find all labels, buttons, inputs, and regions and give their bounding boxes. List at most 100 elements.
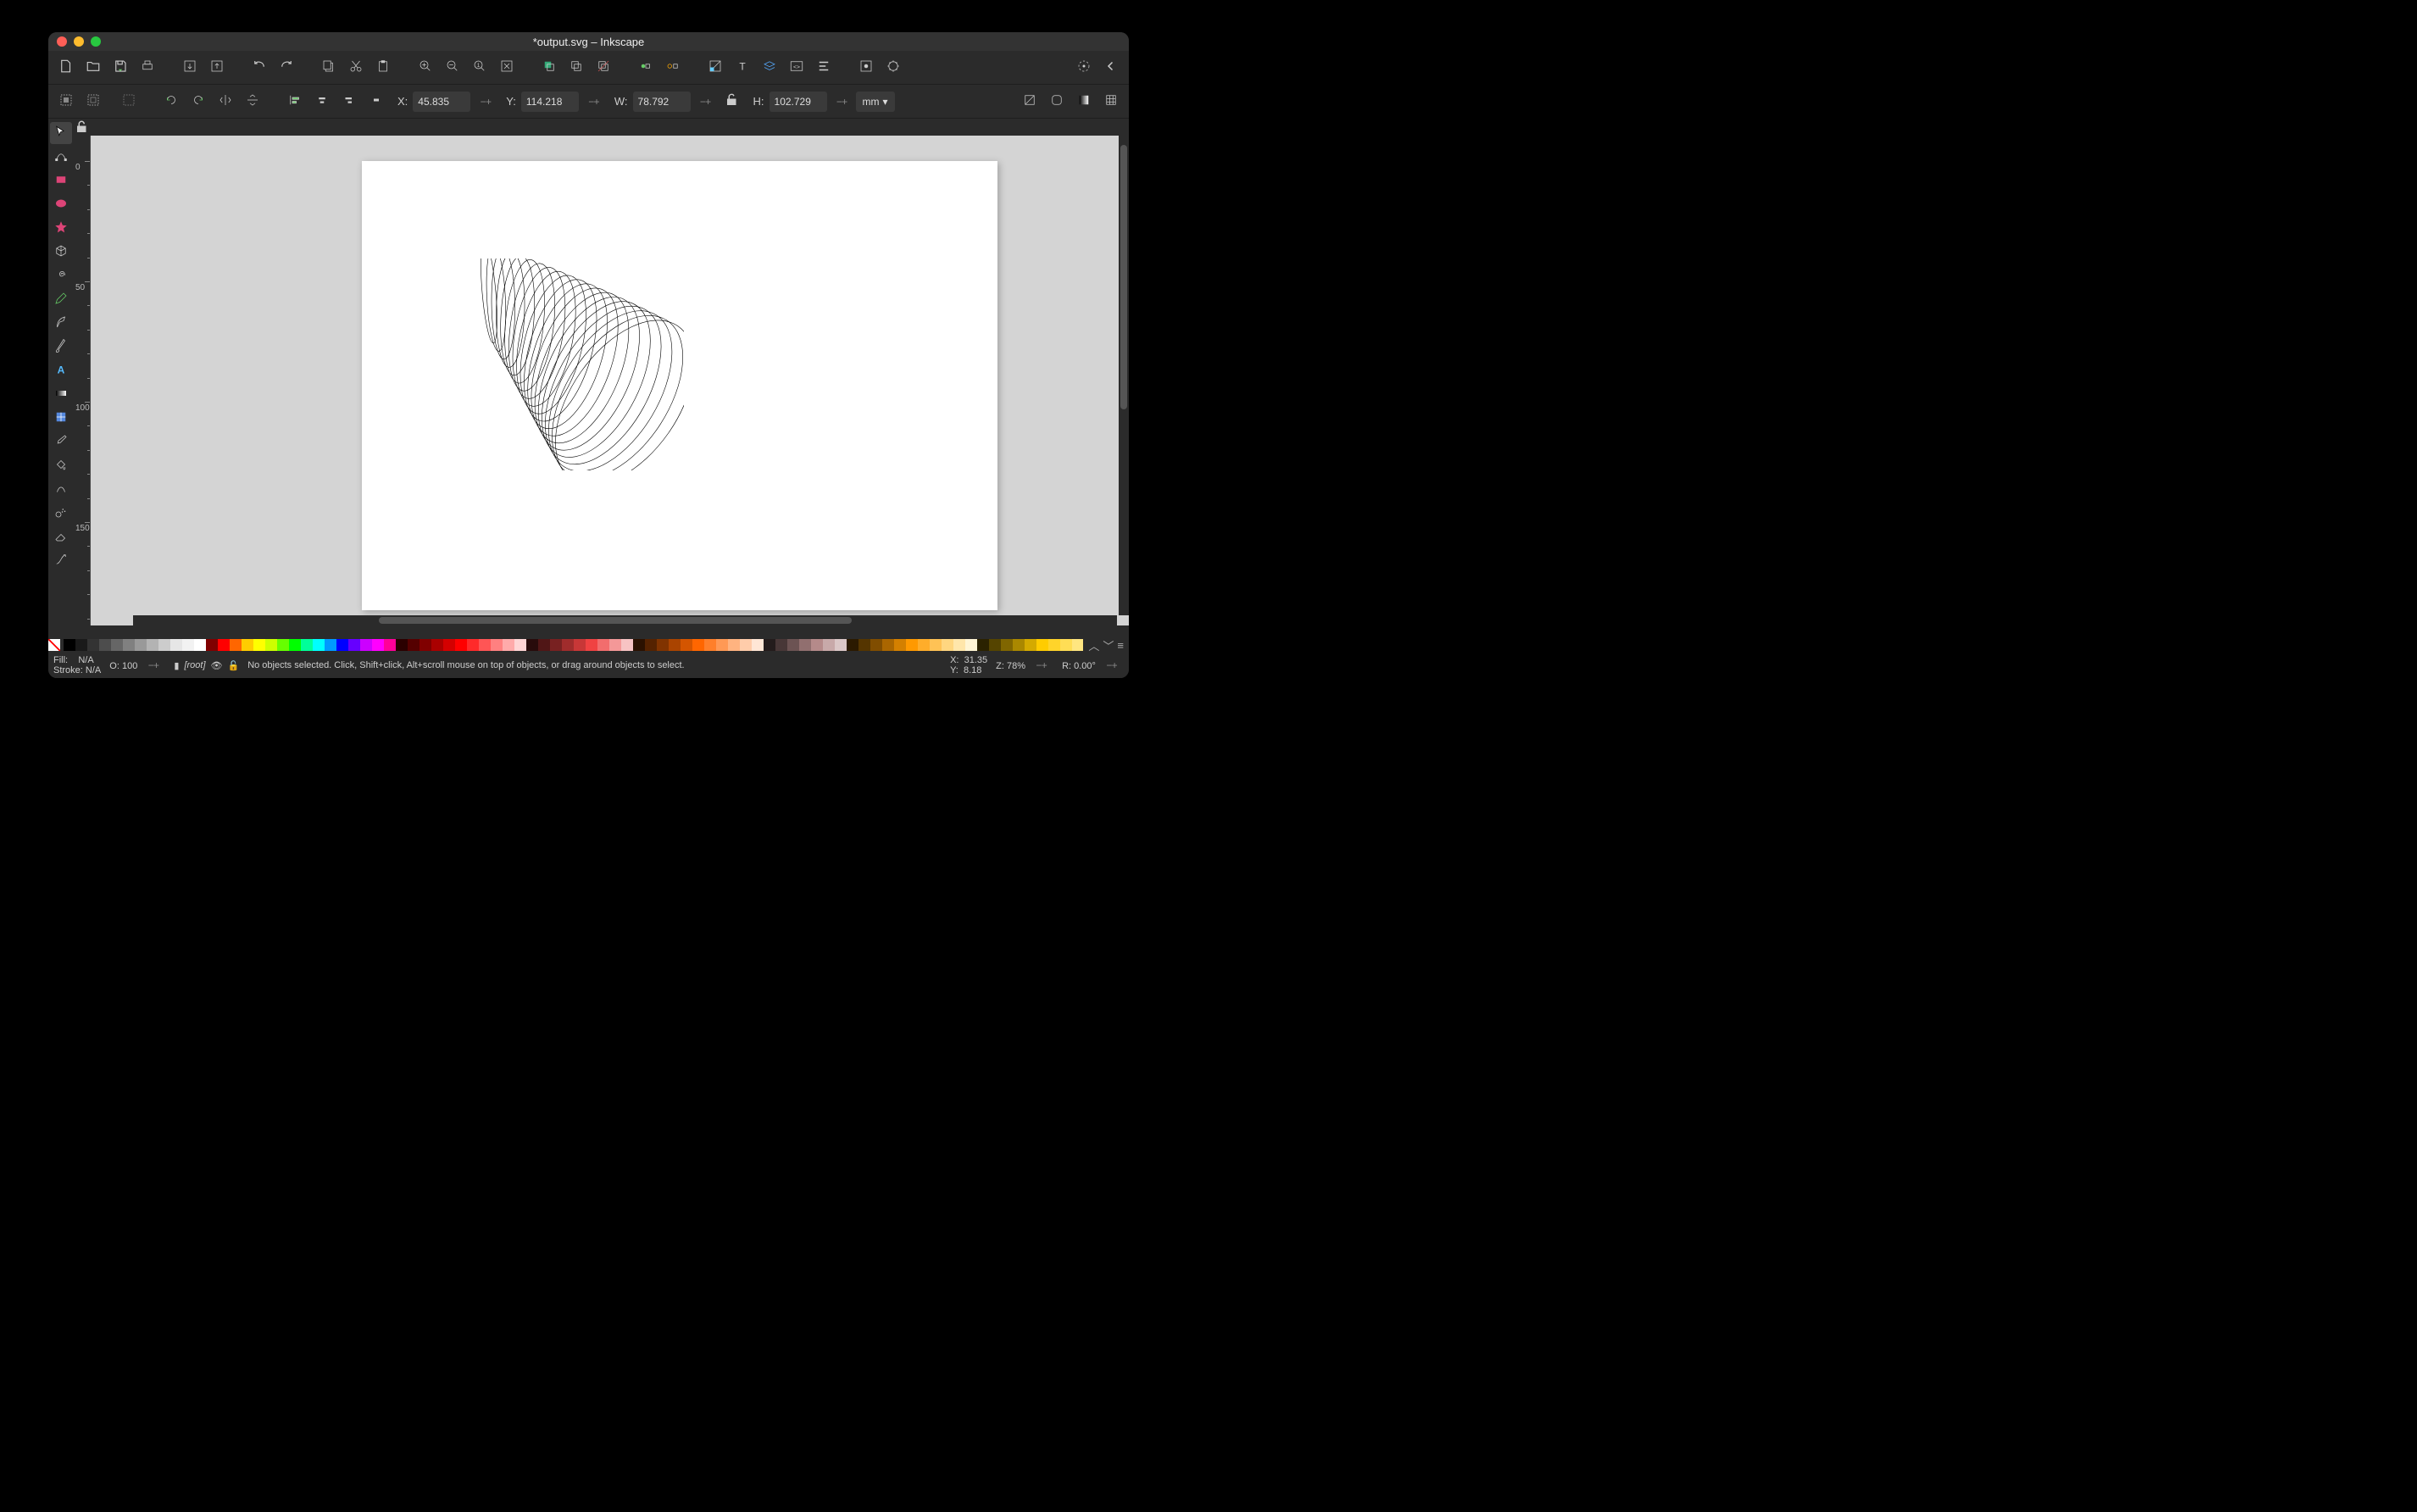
group-button[interactable] bbox=[633, 55, 658, 81]
rect-tool[interactable] bbox=[50, 170, 72, 192]
zoom-control[interactable]: Z: 78% − + bbox=[996, 655, 1053, 675]
swatch[interactable] bbox=[467, 639, 479, 651]
swatch[interactable] bbox=[1048, 639, 1060, 651]
swatch[interactable] bbox=[906, 639, 918, 651]
swatch[interactable] bbox=[64, 639, 75, 651]
move-patterns-button[interactable] bbox=[1098, 89, 1124, 114]
clone-button[interactable] bbox=[564, 55, 589, 81]
swatch[interactable] bbox=[882, 639, 894, 651]
swatch[interactable] bbox=[443, 639, 455, 651]
print-button[interactable] bbox=[135, 55, 160, 81]
connector-tool[interactable] bbox=[50, 549, 72, 571]
swatch[interactable] bbox=[645, 639, 657, 651]
swatch[interactable] bbox=[99, 639, 111, 651]
swatch[interactable] bbox=[1013, 639, 1025, 651]
scale-stroke-button[interactable] bbox=[1017, 89, 1042, 114]
new-doc-button[interactable] bbox=[53, 55, 79, 81]
swatch[interactable] bbox=[408, 639, 420, 651]
rotation-stepper[interactable]: − + bbox=[1098, 655, 1124, 675]
swatch[interactable] bbox=[977, 639, 989, 651]
align-button[interactable] bbox=[811, 55, 836, 81]
swatch[interactable] bbox=[336, 639, 348, 651]
swatch[interactable] bbox=[372, 639, 384, 651]
zoom-in-button[interactable] bbox=[413, 55, 438, 81]
x-stepper[interactable]: − + bbox=[472, 92, 497, 112]
lock-aspect-button[interactable] bbox=[720, 89, 745, 114]
spiral-tool[interactable] bbox=[50, 264, 72, 286]
swatch[interactable] bbox=[823, 639, 835, 651]
mesh-tool[interactable] bbox=[50, 407, 72, 429]
swatch[interactable] bbox=[953, 639, 965, 651]
layer-visibility-icon[interactable]: 👁 bbox=[211, 660, 223, 671]
swatch[interactable] bbox=[692, 639, 704, 651]
xml-button[interactable]: <> bbox=[784, 55, 809, 81]
prefs-button[interactable] bbox=[853, 55, 879, 81]
swatch[interactable] bbox=[657, 639, 669, 651]
text-tool[interactable]: A bbox=[50, 359, 72, 381]
rotate-cw-button[interactable] bbox=[186, 89, 211, 114]
swatch[interactable] bbox=[621, 639, 633, 651]
paste-button[interactable] bbox=[370, 55, 396, 81]
deselect-button[interactable] bbox=[116, 89, 142, 114]
redo-button[interactable] bbox=[274, 55, 299, 81]
swatch[interactable] bbox=[787, 639, 799, 651]
swatch[interactable] bbox=[775, 639, 787, 651]
swatch[interactable] bbox=[75, 639, 87, 651]
swatch[interactable] bbox=[716, 639, 728, 651]
swatch[interactable] bbox=[420, 639, 431, 651]
swatch[interactable] bbox=[111, 639, 123, 651]
unlink-button[interactable] bbox=[591, 55, 616, 81]
opacity-stepper[interactable]: − + bbox=[140, 655, 165, 675]
dropper-tool[interactable] bbox=[50, 431, 72, 453]
doc-prefs-button[interactable] bbox=[881, 55, 906, 81]
export-button[interactable] bbox=[204, 55, 230, 81]
swatch[interactable] bbox=[681, 639, 692, 651]
3dbox-tool[interactable] bbox=[50, 241, 72, 263]
swatch[interactable] bbox=[206, 639, 218, 651]
swatch[interactable] bbox=[870, 639, 882, 651]
swatch[interactable] bbox=[989, 639, 1001, 651]
swatch[interactable] bbox=[360, 639, 372, 651]
swatch[interactable] bbox=[704, 639, 716, 651]
swatch[interactable] bbox=[609, 639, 621, 651]
eraser-tool[interactable] bbox=[50, 525, 72, 548]
gradient-tool[interactable] bbox=[50, 383, 72, 405]
scrollbar-horizontal[interactable] bbox=[133, 615, 1117, 625]
layer-indicator[interactable]: ▮ [root] 👁 🔓 bbox=[174, 660, 239, 671]
y-stepper[interactable]: − + bbox=[581, 92, 606, 112]
palette-scroll-down-icon[interactable]: ﹀ bbox=[1103, 637, 1114, 653]
swatch[interactable] bbox=[289, 639, 301, 651]
calligraphy-tool[interactable] bbox=[50, 336, 72, 358]
swatch[interactable] bbox=[633, 639, 645, 651]
rotation-control[interactable]: R: 0.00° − + bbox=[1062, 655, 1124, 675]
swatch[interactable] bbox=[1036, 639, 1048, 651]
spray-tool[interactable] bbox=[50, 502, 72, 524]
scale-corners-button[interactable] bbox=[1044, 89, 1070, 114]
swatch[interactable] bbox=[586, 639, 597, 651]
swatch[interactable] bbox=[301, 639, 313, 651]
layers-button[interactable] bbox=[757, 55, 782, 81]
align-j-button[interactable] bbox=[364, 89, 389, 114]
swatch[interactable] bbox=[764, 639, 775, 651]
ungroup-button[interactable] bbox=[660, 55, 686, 81]
height-stepper[interactable]: − + bbox=[829, 92, 854, 112]
zoom-page-button[interactable]: 1 bbox=[467, 55, 492, 81]
swatch[interactable] bbox=[574, 639, 586, 651]
star-tool[interactable] bbox=[50, 217, 72, 239]
swatch[interactable] bbox=[799, 639, 811, 651]
swatch[interactable] bbox=[396, 639, 408, 651]
fill-stroke-indicator[interactable]: Fill: N/A Stroke: N/A bbox=[53, 655, 101, 675]
save-doc-button[interactable] bbox=[108, 55, 133, 81]
swatch[interactable] bbox=[384, 639, 396, 651]
zoom-stepper[interactable]: − + bbox=[1028, 655, 1053, 675]
swatch[interactable] bbox=[1001, 639, 1013, 651]
swatch[interactable] bbox=[242, 639, 253, 651]
paintbucket-tool[interactable] bbox=[50, 454, 72, 476]
align-r-button[interactable] bbox=[336, 89, 362, 114]
align-c-button[interactable] bbox=[309, 89, 335, 114]
swatch[interactable] bbox=[894, 639, 906, 651]
scrollbar-vertical[interactable] bbox=[1119, 136, 1129, 615]
swatch[interactable] bbox=[182, 639, 194, 651]
snap-toggle-button[interactable] bbox=[1071, 55, 1097, 81]
scrollbar-h-thumb[interactable] bbox=[379, 617, 851, 624]
